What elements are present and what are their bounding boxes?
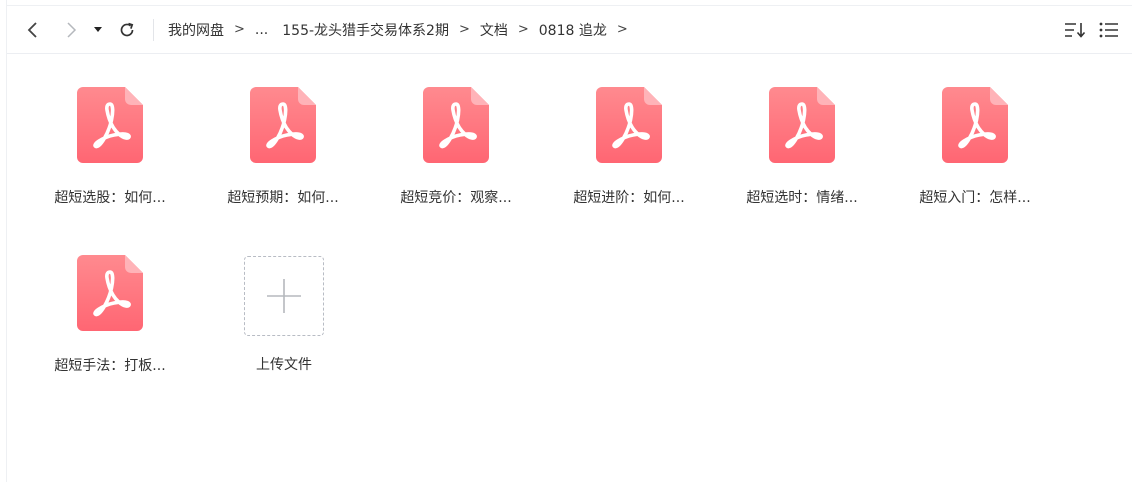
- toolbar: 我的网盘 > ... 155-龙头猎手交易体系2期 > 文档 > 0818 追龙…: [7, 6, 1132, 54]
- breadcrumb-ellipsis[interactable]: ...: [255, 22, 268, 38]
- file-name: 超短选时：情绪...: [746, 190, 858, 206]
- upload-label: 上传文件: [256, 357, 312, 373]
- file-item[interactable]: 超短选股：如何...: [40, 87, 180, 207]
- breadcrumb-root[interactable]: 我的网盘: [168, 20, 224, 40]
- plus-icon: [267, 279, 301, 313]
- sort-button[interactable]: [1058, 14, 1092, 46]
- file-item[interactable]: 超短入门：怎样...: [905, 87, 1045, 207]
- file-item[interactable]: 超短选时：情绪...: [732, 87, 872, 207]
- pdf-file-icon: [77, 87, 143, 163]
- file-name: 超短预期：如何...: [227, 190, 339, 206]
- left-edge: [0, 0, 7, 482]
- forward-button[interactable]: [55, 14, 87, 46]
- pdf-file-icon: [942, 87, 1008, 163]
- breadcrumb-level3[interactable]: 0818 追龙: [539, 20, 607, 40]
- file-item[interactable]: 超短预期：如何...: [213, 87, 353, 207]
- breadcrumb-separator: >: [517, 22, 529, 37]
- breadcrumb-level1[interactable]: 155-龙头猎手交易体系2期: [282, 20, 449, 40]
- breadcrumb-separator: >: [234, 22, 245, 37]
- file-name: 超短竞价：观察...: [400, 190, 512, 206]
- pdf-file-icon: [423, 87, 489, 163]
- upload-dropzone[interactable]: [244, 256, 324, 336]
- upload-file-tile[interactable]: 上传文件: [214, 256, 354, 374]
- breadcrumb-separator: >: [458, 22, 470, 37]
- caret-down-icon: [94, 26, 102, 32]
- pdf-file-icon: [769, 87, 835, 163]
- toolbar-divider: [153, 18, 154, 41]
- chevron-left-icon: [27, 21, 37, 38]
- file-item[interactable]: 超短进阶：如何...: [559, 87, 699, 207]
- pdf-file-icon: [77, 255, 143, 331]
- file-name: 超短入门：怎样...: [919, 190, 1031, 206]
- history-dropdown-button[interactable]: [87, 14, 109, 46]
- refresh-icon: [120, 22, 134, 36]
- breadcrumb-level2[interactable]: 文档: [480, 20, 508, 40]
- sort-icon: [1065, 23, 1086, 38]
- back-button[interactable]: [17, 14, 49, 46]
- file-name: 超短进阶：如何...: [573, 190, 685, 206]
- view-mode-button[interactable]: [1092, 14, 1126, 46]
- chevron-right-icon: [67, 21, 77, 38]
- file-item[interactable]: 超短手法：打板...: [40, 255, 180, 375]
- view-tools: [1058, 6, 1126, 54]
- breadcrumb: 我的网盘 > ... 155-龙头猎手交易体系2期 > 文档 > 0818 追龙…: [168, 20, 638, 40]
- breadcrumb-separator: >: [616, 22, 628, 37]
- file-item[interactable]: 超短竞价：观察...: [386, 87, 526, 207]
- file-name: 超短手法：打板...: [54, 358, 166, 374]
- file-name: 超短选股：如何...: [54, 190, 166, 206]
- refresh-button[interactable]: [111, 14, 143, 46]
- pdf-file-icon: [596, 87, 662, 163]
- pdf-file-icon: [250, 87, 316, 163]
- list-view-icon: [1099, 22, 1118, 38]
